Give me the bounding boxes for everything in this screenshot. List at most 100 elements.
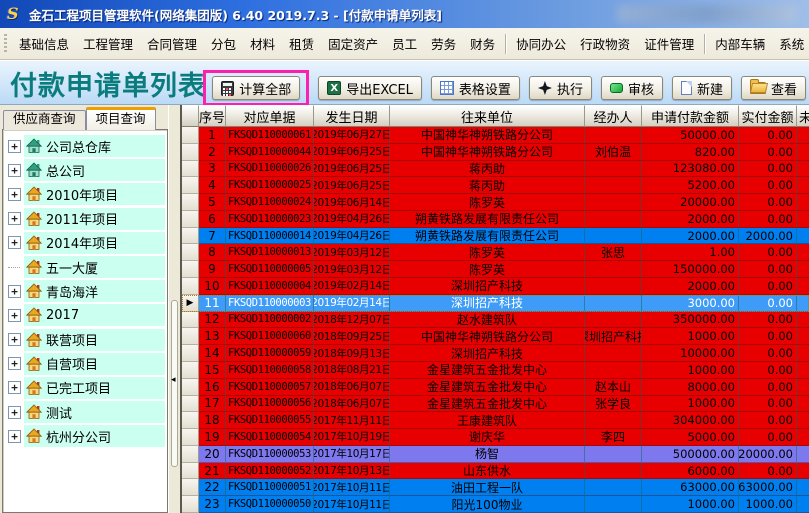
toolbar-button[interactable]: 审核 [601, 76, 663, 100]
cell-agent[interactable] [585, 496, 642, 513]
toolbar-button[interactable]: 表格设置 [431, 76, 520, 100]
cell-agent[interactable] [585, 261, 642, 278]
cell-paid-amount[interactable]: 0.00 [739, 261, 797, 278]
cell-agent[interactable] [585, 463, 642, 480]
cell-date[interactable]: 2019年04月26日 [314, 228, 390, 245]
row-selector-cell[interactable] [182, 211, 199, 228]
row-selector-cell[interactable] [182, 396, 199, 413]
tree-item[interactable]: 青岛海洋 [8, 279, 165, 303]
expand-plus-icon[interactable] [8, 309, 21, 322]
cell-seq[interactable]: 21 [199, 463, 226, 480]
cell-seq[interactable]: 9 [199, 261, 226, 278]
cell-unpaid-amount[interactable] [797, 144, 809, 161]
row-selector-cell[interactable] [182, 177, 199, 194]
cell-paid-amount[interactable]: 0.00 [739, 194, 797, 211]
expand-plus-icon[interactable] [8, 188, 21, 201]
column-header[interactable]: 发生日期 [314, 105, 390, 127]
cell-unpaid-amount[interactable] [797, 194, 809, 211]
cell-party[interactable]: 赵水建筑队 [390, 312, 585, 329]
cell-paid-amount[interactable]: 1000.00 [739, 496, 797, 513]
expand-plus-icon[interactable] [8, 140, 21, 153]
column-header[interactable]: 实付金额 [739, 105, 797, 127]
table-row[interactable]: 23 FKSQD110000050 2017年10月11日 阳光100物业 10… [182, 496, 809, 513]
cell-agent[interactable] [585, 295, 642, 312]
cell-doc-no[interactable]: FKSQD110000004 [226, 278, 314, 295]
cell-paid-amount[interactable]: 0.00 [739, 396, 797, 413]
tree-item[interactable]: 2011年项目 [8, 207, 165, 231]
menu-item[interactable]: 基础信息 [12, 34, 76, 53]
cell-date[interactable]: 2017年10月11日 [314, 496, 390, 513]
row-selector-cell[interactable] [182, 161, 199, 178]
cell-doc-no[interactable]: FKSQD110000052 [226, 463, 314, 480]
cell-request-amount[interactable]: 1.00 [642, 244, 739, 261]
cell-seq[interactable]: 4 [199, 177, 226, 194]
menu-item[interactable]: 内部车辆 [708, 34, 772, 53]
menu-item[interactable]: 材料 [243, 34, 282, 53]
cell-date[interactable]: 2018年09月25日 [314, 328, 390, 345]
cell-doc-no[interactable]: FKSQD110000024 [226, 194, 314, 211]
cell-request-amount[interactable]: 1000.00 [642, 496, 739, 513]
cell-date[interactable]: 2018年09月13日 [314, 345, 390, 362]
cell-request-amount[interactable]: 20000.00 [642, 194, 739, 211]
cell-seq[interactable]: 5 [199, 194, 226, 211]
tree-item-strip[interactable]: 2010年项目 [24, 183, 165, 205]
cell-agent[interactable]: 刘伯温 [585, 144, 642, 161]
table-row[interactable]: 22 FKSQD110000051 2017年10月11日 油田工程一队 630… [182, 479, 809, 496]
tree-item[interactable]: 公司总仓库 [8, 134, 165, 158]
expand-plus-icon[interactable] [8, 333, 21, 346]
cell-paid-amount[interactable]: 0.00 [739, 244, 797, 261]
cell-paid-amount[interactable]: 0.00 [739, 278, 797, 295]
cell-date[interactable]: 2019年02月14日 [314, 295, 390, 312]
cell-unpaid-amount[interactable] [797, 479, 809, 496]
expand-plus-icon[interactable] [8, 236, 21, 249]
cell-seq[interactable]: 19 [199, 429, 226, 446]
cell-unpaid-amount[interactable] [797, 295, 809, 312]
table-row[interactable]: 8 FKSQD110000013 2019年03月12日 陈罗英 张思 1.00… [182, 244, 809, 261]
table-row[interactable]: 18 FKSQD110000055 2017年11月11日 王康建筑队 3040… [182, 412, 809, 429]
cell-doc-no[interactable]: FKSQD110000025 [226, 177, 314, 194]
cell-unpaid-amount[interactable] [797, 446, 809, 463]
cell-seq[interactable]: 14 [199, 345, 226, 362]
table-row[interactable]: 11 FKSQD110000003 2019年02月14日 深圳招产科技 300… [182, 295, 809, 312]
menu-item[interactable]: 租赁 [282, 34, 321, 53]
tree-item-strip[interactable]: 公司总仓库 [24, 135, 165, 157]
menu-item[interactable]: 合同管理 [140, 34, 204, 53]
table-row[interactable]: 9 FKSQD110000005 2019年03月12日 陈罗英 150000.… [182, 261, 809, 278]
cell-agent[interactable] [585, 127, 642, 144]
cell-agent[interactable] [585, 278, 642, 295]
cell-party[interactable]: 金星建筑五金批发中心 [390, 362, 585, 379]
cell-unpaid-amount[interactable] [797, 211, 809, 228]
table-row[interactable]: 10 FKSQD110000004 2019年02月14日 深圳招产科技 200… [182, 278, 809, 295]
cell-request-amount[interactable]: 304000.00 [642, 412, 739, 429]
cell-request-amount[interactable]: 1000.00 [642, 328, 739, 345]
cell-paid-amount[interactable]: 0.00 [739, 161, 797, 178]
cell-date[interactable]: 2019年06月27日 [314, 127, 390, 144]
cell-seq[interactable]: 23 [199, 496, 226, 513]
tree-item[interactable]: 2017 [8, 303, 165, 327]
menu-item[interactable]: 证件管理 [637, 34, 701, 53]
cell-party[interactable]: 深圳招产科技 [390, 345, 585, 362]
toolbar-button[interactable]: 查看 [741, 76, 806, 100]
tree-item-strip[interactable]: 2014年项目 [24, 232, 165, 254]
cell-party[interactable]: 油田工程一队 [390, 479, 585, 496]
menu-item[interactable]: 劳务 [424, 34, 463, 53]
cell-unpaid-amount[interactable] [797, 244, 809, 261]
cell-date[interactable]: 2018年06月07日 [314, 379, 390, 396]
row-selector-cell[interactable] [182, 194, 199, 211]
expand-plus-icon[interactable] [8, 164, 21, 177]
cell-date[interactable]: 2018年12月07日 [314, 312, 390, 329]
cell-party[interactable]: 中国神华神朔铁路分公司 [390, 328, 585, 345]
cell-party[interactable]: 王康建筑队 [390, 412, 585, 429]
cell-doc-no[interactable]: FKSQD110000014 [226, 228, 314, 245]
cell-unpaid-amount[interactable] [797, 328, 809, 345]
cell-unpaid-amount[interactable] [797, 362, 809, 379]
table-row[interactable]: 15 FKSQD110000058 2018年08月21日 金星建筑五金批发中心… [182, 362, 809, 379]
cell-paid-amount[interactable]: 0.00 [739, 127, 797, 144]
cell-seq[interactable]: 6 [199, 211, 226, 228]
expand-plus-icon[interactable] [8, 212, 21, 225]
tree-item-strip[interactable]: 联营项目 [24, 329, 165, 351]
cell-date[interactable]: 2019年02月14日 [314, 278, 390, 295]
cell-paid-amount[interactable]: 20000.00 [739, 446, 797, 463]
cell-agent[interactable] [585, 228, 642, 245]
cell-seq[interactable]: 11 [199, 295, 226, 312]
